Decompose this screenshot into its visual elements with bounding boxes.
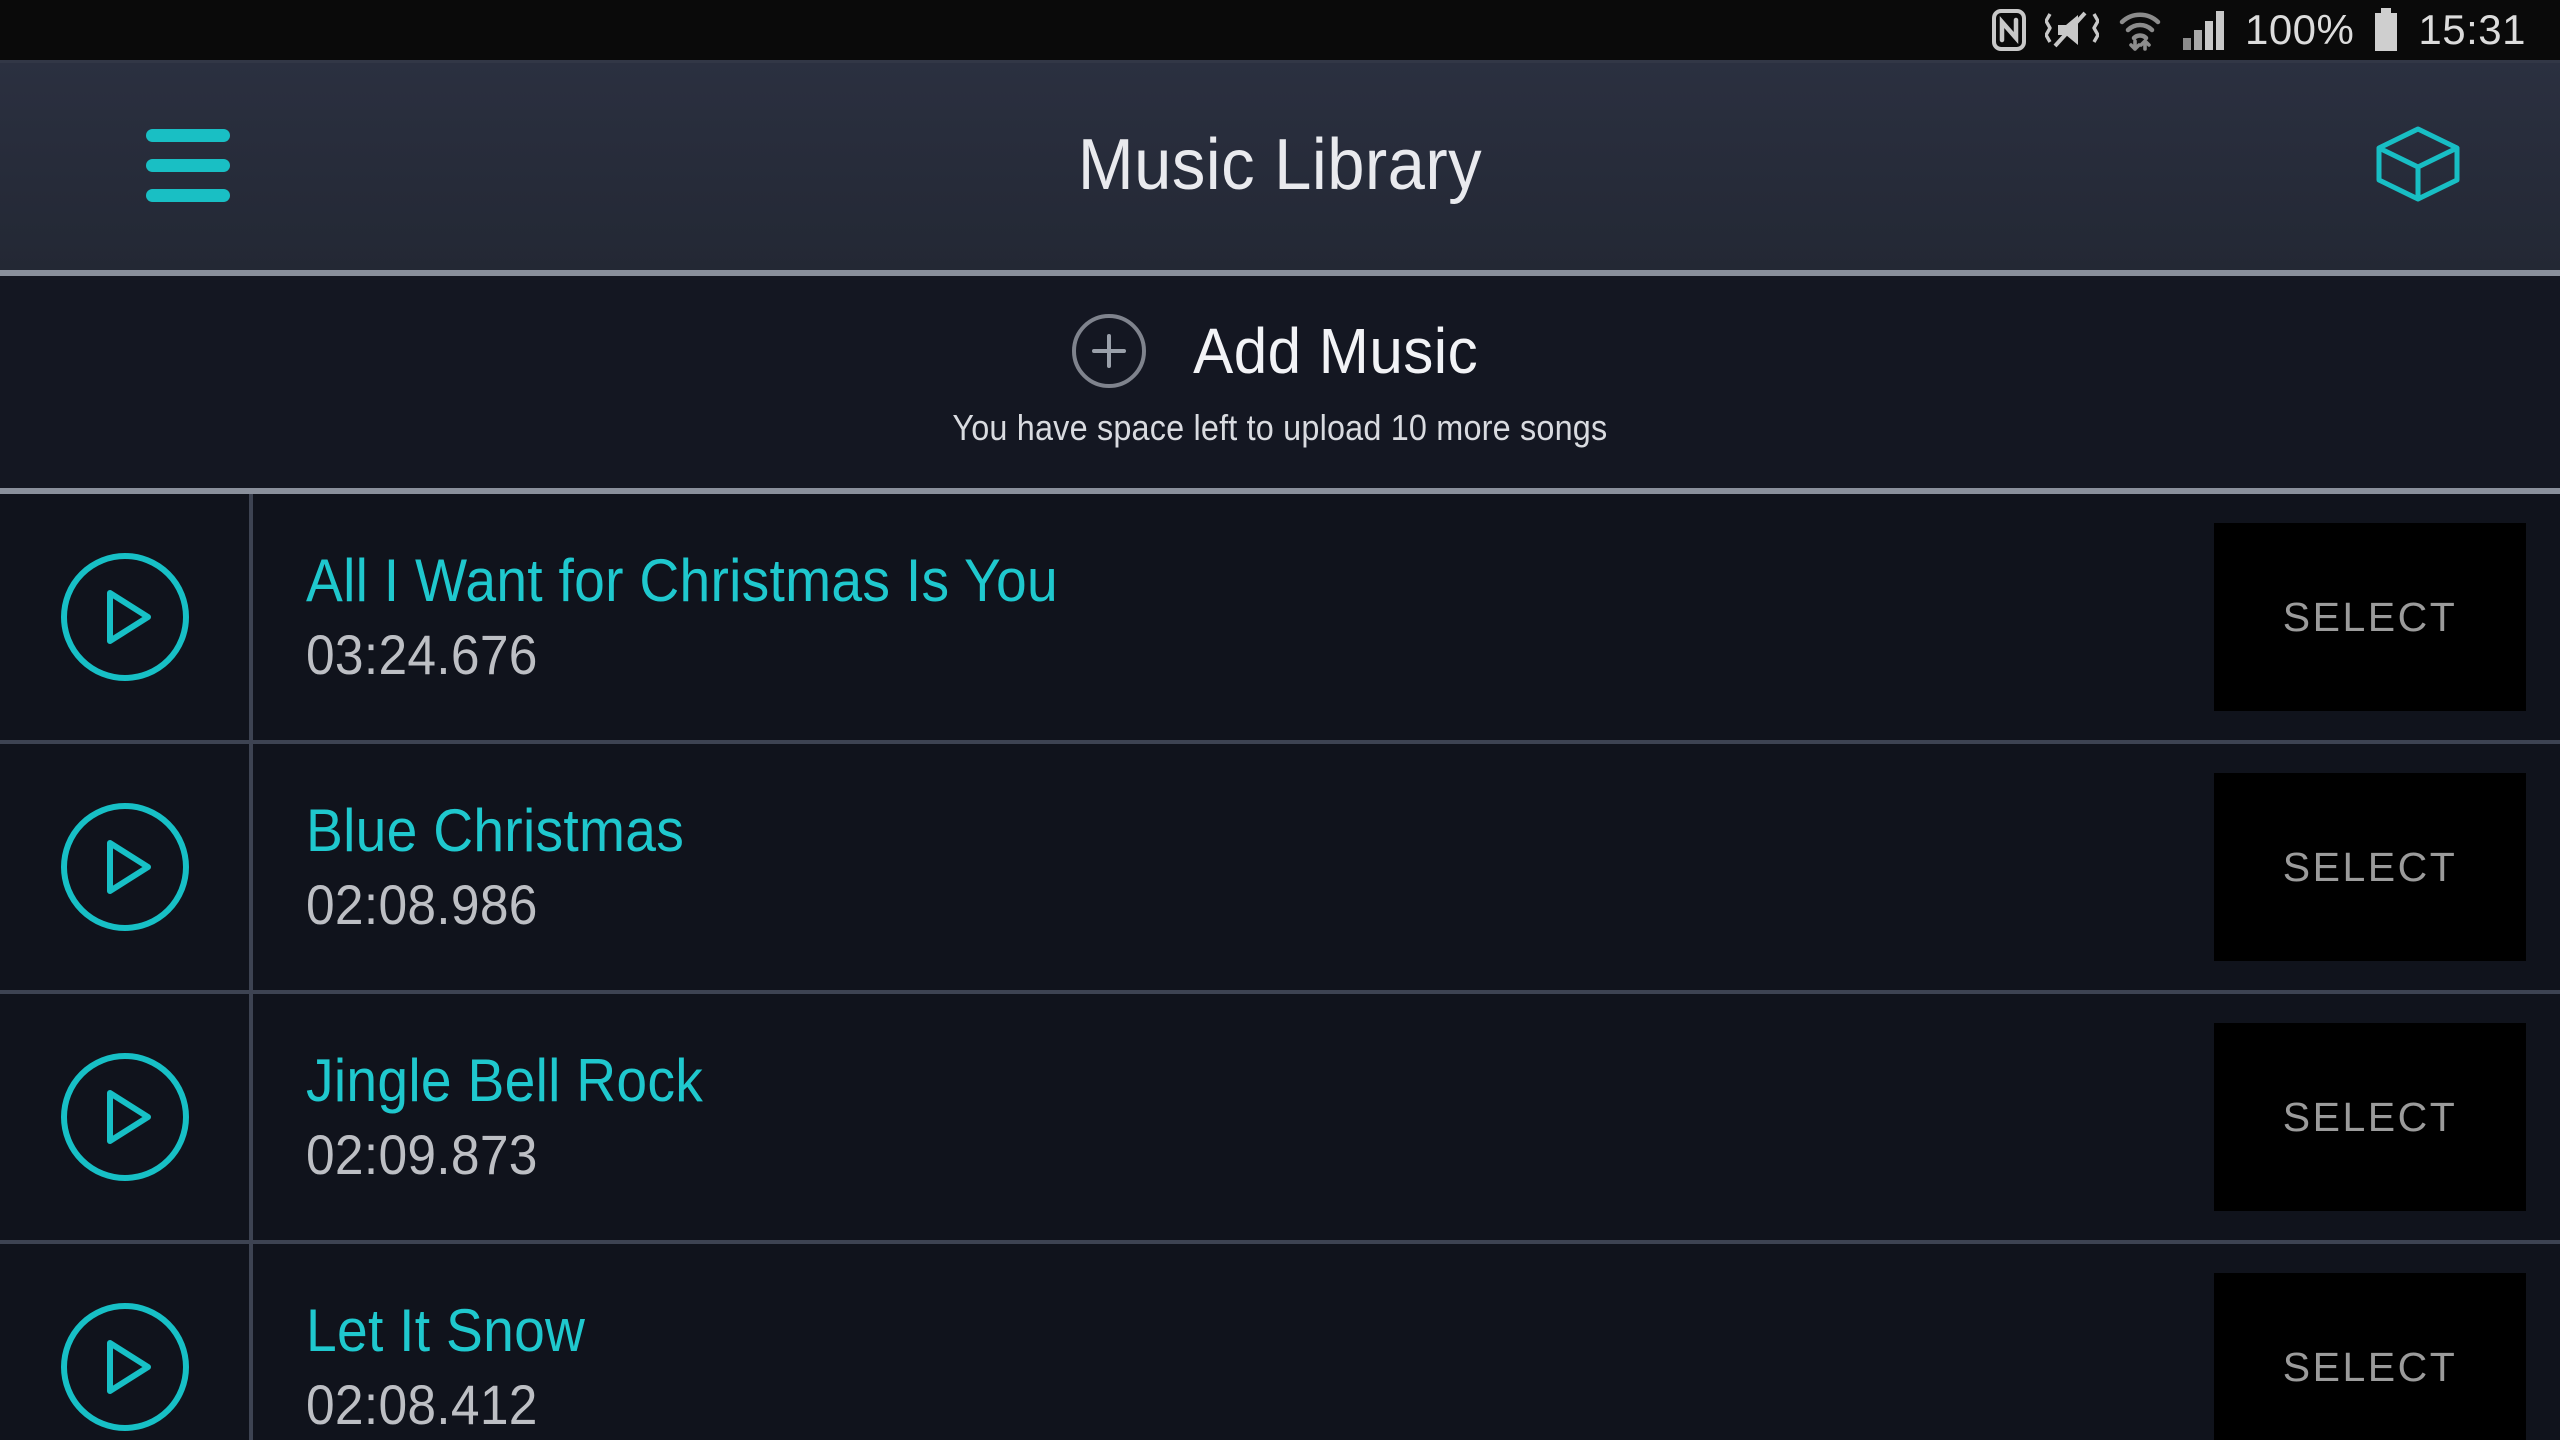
- table-row[interactable]: Blue Christmas 02:08.986 SELECT: [0, 744, 2560, 994]
- play-circle-icon: [60, 803, 189, 931]
- add-music-label: Add Music: [1193, 315, 1479, 387]
- song-info[interactable]: Jingle Bell Rock 02:09.873: [253, 994, 2214, 1240]
- mute-vibrate-icon: [2044, 8, 2099, 52]
- song-list: All I Want for Christmas Is You 03:24.67…: [0, 494, 2560, 1440]
- play-button[interactable]: [0, 744, 253, 990]
- song-info[interactable]: All I Want for Christmas Is You 03:24.67…: [253, 494, 2214, 740]
- song-info[interactable]: Let It Snow 02:08.412: [253, 1244, 2214, 1440]
- add-music-section[interactable]: Add Music You have space left to upload …: [0, 276, 2560, 494]
- add-music-row: Add Music: [1072, 314, 1487, 388]
- song-title: All I Want for Christmas Is You: [306, 547, 1058, 615]
- cube-box-icon[interactable]: [2358, 110, 2478, 220]
- nfc-icon: [1991, 8, 2027, 52]
- song-info[interactable]: Blue Christmas 02:08.986: [253, 744, 2214, 990]
- play-circle-icon: [60, 1303, 189, 1431]
- table-row[interactable]: Jingle Bell Rock 02:09.873 SELECT: [0, 994, 2560, 1244]
- table-row[interactable]: All I Want for Christmas Is You 03:24.67…: [0, 494, 2560, 744]
- select-cell: SELECT: [2214, 994, 2560, 1240]
- page-title: Music Library: [1077, 125, 1483, 205]
- song-title: Blue Christmas: [306, 797, 685, 865]
- select-cell: SELECT: [2214, 494, 2560, 740]
- battery-percent-label: 100%: [2244, 6, 2355, 53]
- play-button[interactable]: [0, 994, 253, 1240]
- select-button[interactable]: SELECT: [2214, 1273, 2526, 1440]
- battery-full-icon: [2372, 7, 2400, 53]
- plus-circle-icon: [1072, 314, 1147, 388]
- song-duration: 03:24.676: [306, 623, 538, 687]
- clock-label: 15:31: [2418, 6, 2526, 53]
- select-cell: SELECT: [2214, 744, 2560, 990]
- song-duration: 02:08.986: [306, 873, 538, 937]
- play-button[interactable]: [0, 494, 253, 740]
- status-bar: 100% 15:31: [0, 0, 2560, 60]
- app-bar: Music Library: [0, 60, 2560, 276]
- play-button[interactable]: [0, 1244, 253, 1440]
- wifi-icon: [2117, 7, 2163, 53]
- add-music-subtitle: You have space left to upload 10 more so…: [952, 407, 1608, 448]
- select-button[interactable]: SELECT: [2214, 523, 2526, 711]
- song-title: Jingle Bell Rock: [306, 1047, 704, 1115]
- song-title: Let It Snow: [306, 1297, 586, 1365]
- song-duration: 02:08.412: [306, 1373, 538, 1437]
- play-circle-icon: [60, 553, 189, 681]
- select-button[interactable]: SELECT: [2214, 1023, 2526, 1211]
- signal-icon: [2181, 8, 2227, 52]
- play-circle-icon: [60, 1053, 189, 1181]
- select-cell: SELECT: [2214, 1244, 2560, 1440]
- table-row[interactable]: Let It Snow 02:08.412 SELECT: [0, 1244, 2560, 1440]
- song-duration: 02:09.873: [306, 1123, 538, 1187]
- select-button[interactable]: SELECT: [2214, 773, 2526, 961]
